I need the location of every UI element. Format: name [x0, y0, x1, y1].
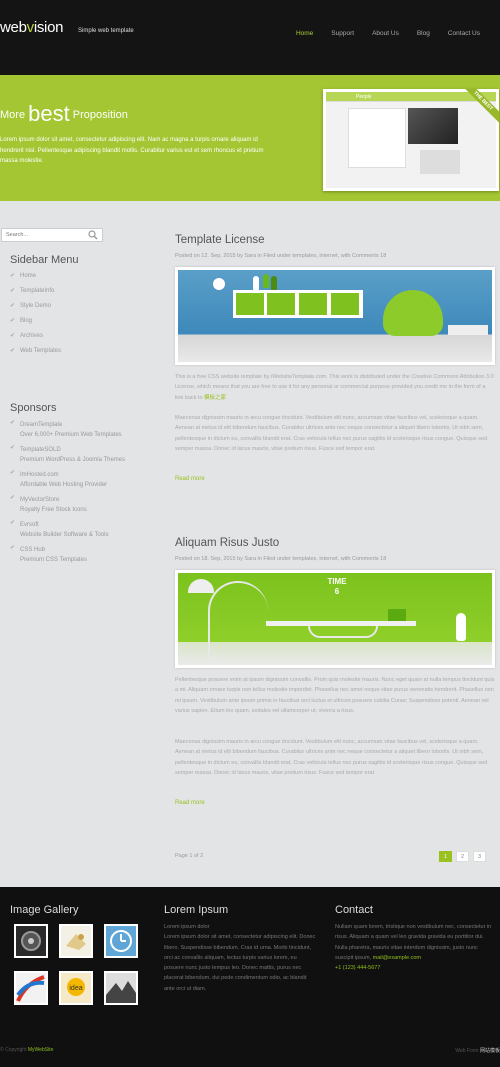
read-more-link[interactable]: Read more [175, 476, 205, 482]
sidebar-menu: ✔ Home ✔ TemplateInfo ✔ Style Demo ✔ Blog ✔ A… [10, 273, 61, 363]
post-image-room-blue [175, 267, 495, 365]
post-paragraph: Pellentesque posuere enim at ipsum digni… [175, 677, 495, 714]
gallery-thumb[interactable] [104, 971, 138, 1005]
nav-home[interactable]: Home [296, 30, 313, 37]
check-icon: ✔ [10, 520, 16, 526]
pagination: 1 2 3 [439, 851, 486, 862]
sponsor-item[interactable]: ✔ TemplateSOLD Premium WordPress & Joomla … [10, 445, 160, 465]
banner-title: More best Proposition [0, 101, 128, 126]
screenshot-title: People [356, 94, 372, 100]
search-box [1, 228, 103, 242]
credit-link-footer[interactable]: 网站模板 [480, 1048, 500, 1054]
sidebar-item-templateinfo[interactable]: ✔ TemplateInfo [10, 288, 61, 303]
sponsor-item[interactable]: ✔ DreamTemplate Over 6,000+ Premium Web Te… [10, 420, 160, 440]
page-3-button[interactable]: 3 [473, 851, 486, 862]
post-meta: Posted on 12. Sep, 2015 by Sara in Filed… [175, 253, 387, 259]
check-icon: ✔ [10, 273, 16, 279]
sidebar-item-blog[interactable]: ✔ Blog [10, 318, 61, 333]
read-more-link[interactable]: Read more [175, 800, 205, 806]
best-ribbon: THE BEST [463, 89, 499, 125]
check-icon: ✔ [10, 545, 16, 551]
check-icon: ✔ [10, 288, 16, 294]
sponsor-item[interactable]: ✔ CSS Hub Premium CSS Templates [10, 545, 160, 565]
site-tagline: Simple web template [78, 28, 134, 34]
sidebar-menu-title: Sidebar Menu [10, 254, 79, 266]
sidebar-item-web-templates[interactable]: ✔ Web Templates [10, 348, 61, 363]
page-info: Page 1 of 2 [175, 853, 204, 859]
contact-phone: +1 (123) 444-5677 [335, 965, 381, 972]
nav-blog[interactable]: Blog [417, 30, 430, 37]
footer-credit: Web Form 网站模板 [455, 1048, 500, 1054]
copyright: © Copyright MyWebSite [0, 1047, 54, 1053]
post-paragraph: Maecenas dignissim mauris in arcu congue… [175, 415, 488, 452]
banner: More best Proposition Lorem ipsum dolor … [0, 75, 500, 201]
post-meta: Posted on 18. Sep, 2015 by Sara in Filed… [175, 556, 387, 562]
sponsors-list: ✔ DreamTemplate Over 6,000+ Premium Web Te… [10, 420, 160, 570]
sponsor-item[interactable]: ✔ MyVectorStore Royalty Free Stock Icons [10, 495, 160, 515]
post-title[interactable]: Aliquam Risus Justo [175, 537, 279, 549]
gallery-thumb[interactable] [59, 924, 93, 958]
lorem-text: Lorem ipsum dolor Lorem ipsum dolor sit a… [164, 924, 316, 992]
post-title[interactable]: Template License [175, 234, 265, 246]
gallery-thumb[interactable]: idea [59, 971, 93, 1005]
gallery-thumb[interactable] [14, 971, 48, 1005]
sidebar-item-style-demo[interactable]: ✔ Style Demo [10, 303, 61, 318]
contact-title: Contact [335, 904, 373, 916]
header: webvision Simple web template Home Suppo… [0, 0, 500, 75]
copyright-link[interactable]: MyWebSite [28, 1047, 53, 1053]
post-paragraph: Maecenas dignissim mauris in arcu congue… [175, 739, 488, 776]
banner-text: Lorem ipsum dolor sit amet, consectetur … [0, 137, 264, 164]
contact-email[interactable]: mail@example.com [373, 955, 421, 961]
site-logo[interactable]: webvision [0, 19, 63, 36]
check-icon: ✔ [10, 495, 16, 501]
post-image-room-green: TIME 6 [175, 570, 495, 668]
sponsor-item[interactable]: ✔ Evrsoft Website Builder Software & Tools [10, 520, 160, 540]
search-icon[interactable] [88, 230, 98, 240]
check-icon: ✔ [10, 333, 16, 339]
check-icon: ✔ [10, 470, 16, 476]
gallery-thumb[interactable] [14, 924, 48, 958]
check-icon: ✔ [10, 420, 16, 426]
check-icon: ✔ [10, 303, 16, 309]
lorem-title: Lorem Ipsum [164, 904, 229, 916]
nav-about-us[interactable]: About Us [372, 30, 399, 37]
credit-link[interactable]: 模板之家 [204, 395, 226, 401]
check-icon: ✔ [10, 348, 16, 354]
idea-label: idea [69, 985, 82, 992]
sidebar-item-home[interactable]: ✔ Home [10, 273, 61, 288]
clock-graphic: TIME 6 [327, 577, 347, 596]
gallery-title: Image Gallery [10, 904, 79, 916]
nav-contact-us[interactable]: Contact Us [448, 30, 480, 37]
sponsor-item[interactable]: ✔ ImHosted.com Affordable Web Hosting Prov… [10, 470, 160, 490]
search-input[interactable] [2, 229, 82, 241]
banner-screenshot: People THE BEST [323, 89, 499, 191]
contact-text: Nullam quam lorem, tristique non vestibu… [335, 924, 492, 972]
check-icon: ✔ [10, 445, 16, 451]
page-1-button[interactable]: 1 [439, 851, 452, 862]
main-nav: Home Support About Us Blog Contact Us [296, 30, 480, 37]
sidebar-item-archives[interactable]: ✔ Archives [10, 333, 61, 348]
sponsors-title: Sponsors [10, 402, 57, 414]
nav-support[interactable]: Support [331, 30, 354, 37]
post-paragraph: This is a free CSS website template by i… [175, 374, 494, 401]
footer: Image Gallery idea Lorem Ipsum Lorem ips… [0, 887, 500, 1067]
gallery-thumb[interactable] [104, 924, 138, 958]
page-2-button[interactable]: 2 [456, 851, 469, 862]
check-icon: ✔ [10, 318, 16, 324]
